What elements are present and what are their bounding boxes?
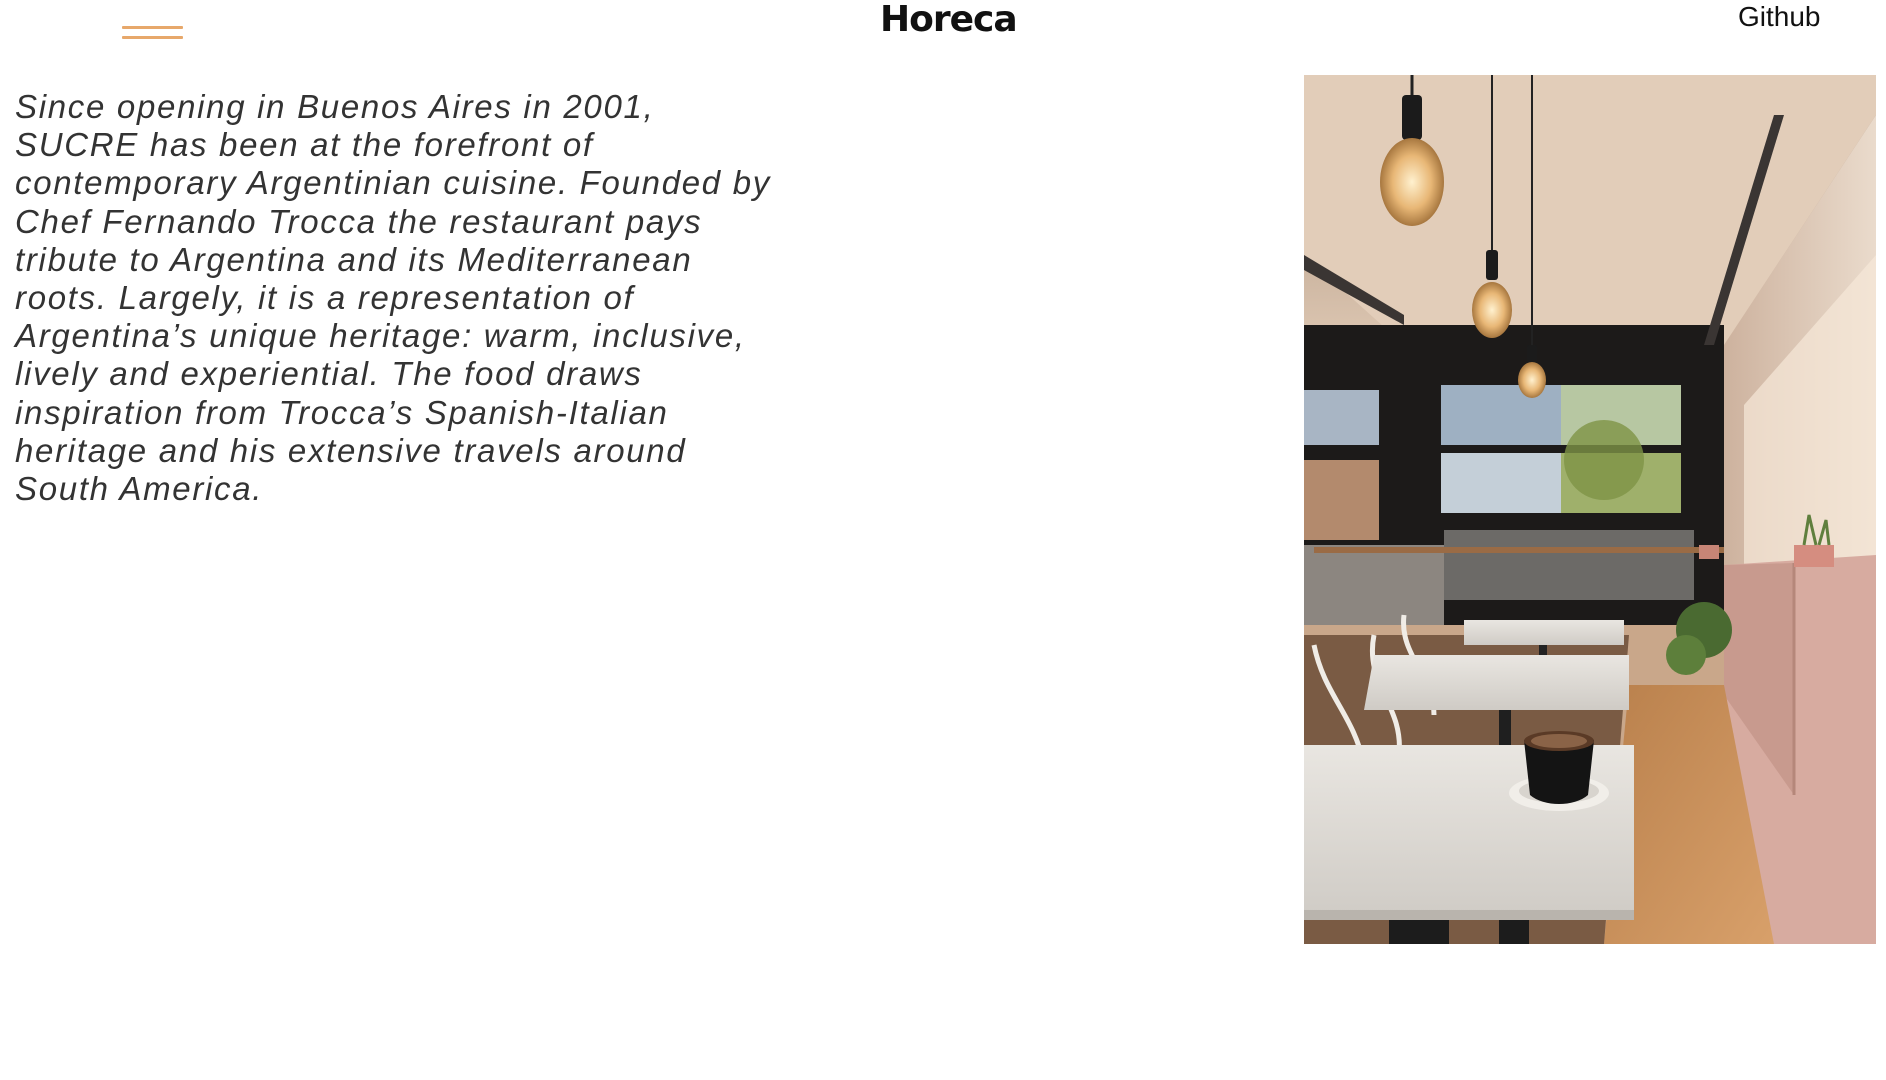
intro-paragraph: Since opening in Buenos Aires in 2001, S… <box>15 88 771 508</box>
restaurant-interior-illustration <box>1304 75 1876 944</box>
restaurant-interior-image <box>1304 75 1876 944</box>
menu-line-top <box>122 26 183 29</box>
github-link[interactable]: Github <box>1738 0 1821 34</box>
site-logo[interactable]: Horeca <box>880 0 1018 40</box>
menu-line-bottom <box>122 36 183 39</box>
hamburger-menu-icon[interactable] <box>122 26 183 46</box>
